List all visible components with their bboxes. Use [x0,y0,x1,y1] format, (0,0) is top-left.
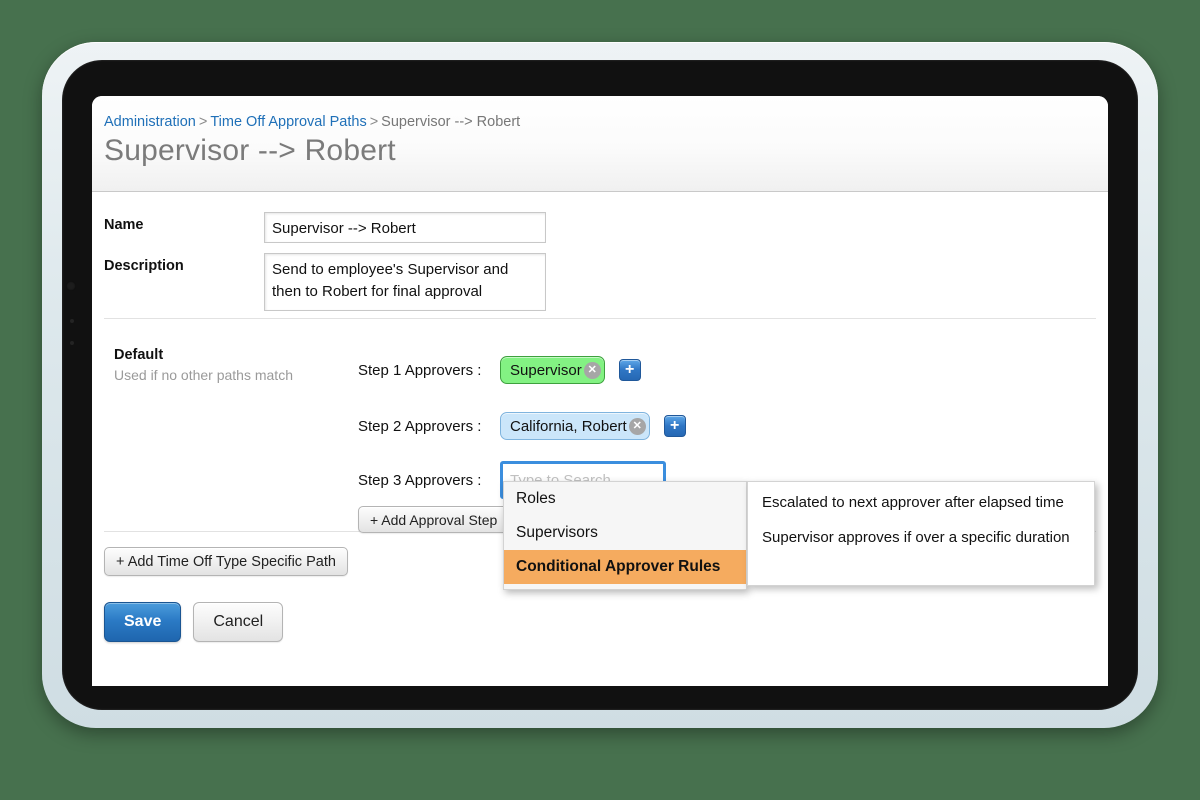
submenu-item-escalated-to-next-approver[interactable]: Escalated to next approver after elapsed… [748,485,1094,520]
dropdown-item-roles[interactable]: Roles [504,482,746,516]
approval-step-row-2: Step 2 Approvers : California, Robert ✕ … [358,409,686,443]
name-input[interactable]: Supervisor --> Robert [264,212,546,243]
description-label: Description [104,258,184,274]
app-screen: Administration > Time Off Approval Paths > S… [92,96,1108,686]
sensor-dot-icon [70,341,74,345]
approver-token-supervisor[interactable]: Supervisor ✕ [500,356,605,384]
approver-token-california-robert[interactable]: California, Robert ✕ [500,412,650,440]
name-label: Name [104,217,144,233]
add-approval-step-button[interactable]: + Add Approval Step [358,506,510,533]
approver-token-label: Supervisor [510,361,582,379]
step-2-label: Step 2 Approvers : [358,417,482,435]
breadcrumb-link-administration[interactable]: Administration [104,114,196,130]
breadcrumb-link-time-off-approval-paths[interactable]: Time Off Approval Paths [210,114,366,130]
default-path-title: Default [114,347,164,363]
description-input[interactable]: Send to employee's Supervisor and then t… [264,253,546,311]
step-3-label: Step 3 Approvers : [358,471,482,489]
remove-token-icon[interactable]: ✕ [628,417,646,435]
approval-step-row-1: Step 1 Approvers : Supervisor ✕ + [358,353,641,387]
page-header: Administration > Time Off Approval Paths > S… [92,96,1108,192]
footer-actions: Save Cancel [104,602,284,642]
breadcrumb-separator: > [198,114,208,130]
approver-type-dropdown[interactable]: Roles Supervisors Conditional Approver R… [503,481,747,590]
breadcrumb: Administration > Time Off Approval Paths > S… [104,114,1108,130]
default-path-label-block: Default Used if no other paths match [114,347,374,383]
approver-token-label: California, Robert [510,417,627,435]
add-approver-button-step-1[interactable]: + [618,359,641,381]
default-path-subtitle: Used if no other paths match [114,367,293,383]
remove-token-icon[interactable]: ✕ [583,361,601,379]
submenu-item-supervisor-approves-duration[interactable]: Supervisor approves if over a specific d… [748,520,1094,555]
cancel-button[interactable]: Cancel [193,602,284,642]
dropdown-item-conditional-approver-rules[interactable]: Conditional Approver Rules [504,550,746,584]
add-time-off-type-specific-path-button[interactable]: + Add Time Off Type Specific Path [104,547,348,576]
breadcrumb-current: Supervisor --> Robert [381,114,521,130]
save-button[interactable]: Save [104,602,182,642]
camera-icon [66,281,76,291]
step-1-label: Step 1 Approvers : [358,361,482,379]
conditional-approver-rules-submenu[interactable]: Escalated to next approver after elapsed… [747,481,1095,586]
breadcrumb-separator: > [369,114,379,130]
name-field-row: Name Supervisor --> Robert [104,212,1108,243]
sensor-dot-icon [70,319,74,323]
dropdown-item-supervisors[interactable]: Supervisors [504,516,746,550]
add-approver-button-step-2[interactable]: + [663,415,686,437]
page-title: Supervisor --> Robert [104,134,396,167]
form-section: Name Supervisor --> Robert Description S… [92,192,1108,318]
description-field-row: Description Send to employee's Superviso… [104,253,1108,311]
